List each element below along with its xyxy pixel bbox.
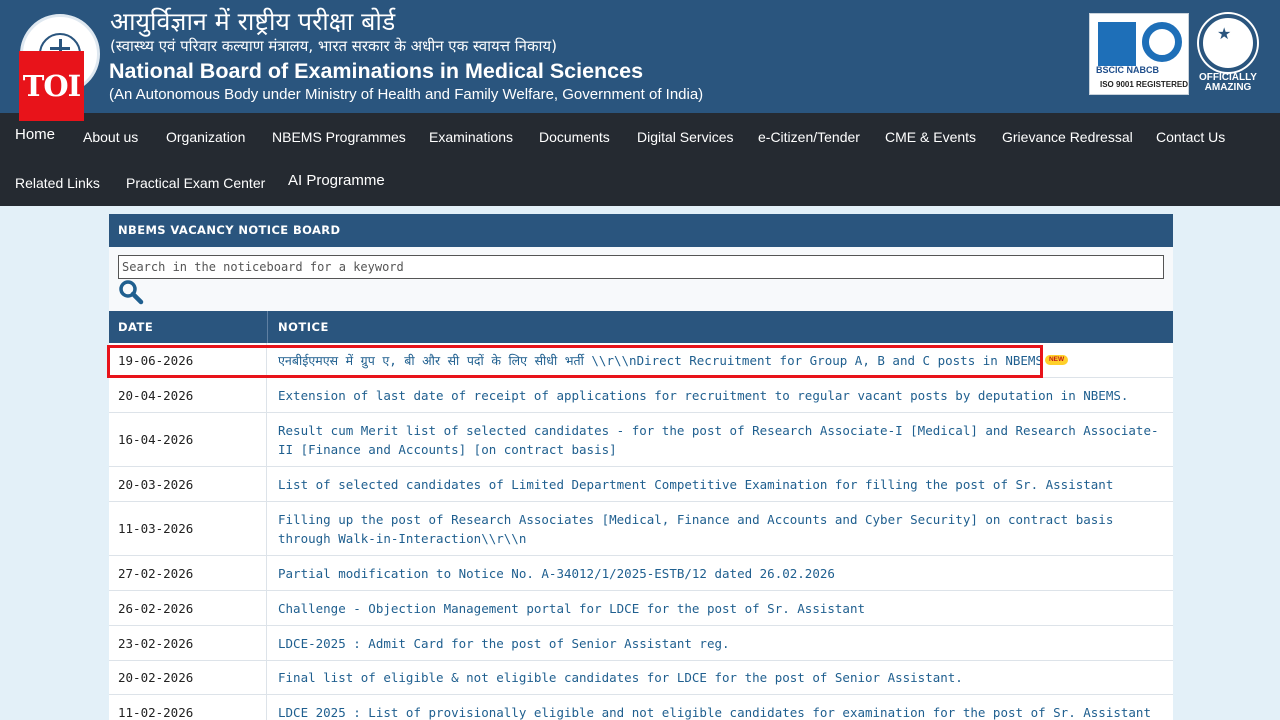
nav-grievance-redressal[interactable]: Grievance Redressal xyxy=(1002,128,1133,146)
table-row: 11-03-2026 Filling up the post of Resear… xyxy=(109,502,1173,556)
table-row: 11-02-2026 LDCE 2025 : List of provision… xyxy=(109,695,1173,720)
iso-certification-logo: BSCIC NABCB ISO 9001 REGISTERED xyxy=(1089,13,1189,95)
notice-date: 11-02-2026 xyxy=(109,695,267,720)
nav-about-us[interactable]: About us xyxy=(83,128,138,146)
table-row: 20-02-2026 Final list of eligible & not … xyxy=(109,661,1173,695)
nav-contact-us[interactable]: Contact Us xyxy=(1156,128,1225,146)
notice-text: Extension of last date of receipt of app… xyxy=(278,387,1129,403)
notice-link[interactable]: Filling up the post of Research Associat… xyxy=(268,502,1173,555)
notice-date: 26-02-2026 xyxy=(109,591,267,625)
column-divider xyxy=(267,311,268,343)
notice-link[interactable]: एनबीईएमएस में ग्रुप ए, बी और सी पदों के … xyxy=(268,343,1173,377)
cert-registered-label: ISO 9001 REGISTERED xyxy=(1100,80,1189,89)
table-header: DATE NOTICE xyxy=(109,311,1173,343)
table-row: 27-02-2026 Partial modification to Notic… xyxy=(109,556,1173,591)
nav-related-links[interactable]: Related Links xyxy=(15,174,100,192)
guinness-line2: AMAZING xyxy=(1204,82,1252,93)
notice-text: Challenge - Objection Management portal … xyxy=(278,600,865,616)
nav-cme-events[interactable]: CME & Events xyxy=(885,128,976,146)
notice-link[interactable]: Extension of last date of receipt of app… xyxy=(268,378,1173,412)
nav-documents[interactable]: Documents xyxy=(539,128,610,146)
notice-link[interactable]: LDCE-2025 : Admit Card for the post of S… xyxy=(268,626,1173,660)
nav-e-citizen-tender[interactable]: e-Citizen/Tender xyxy=(758,128,860,146)
notice-column-header: NOTICE xyxy=(278,320,329,334)
cert-label: BSCIC NABCB xyxy=(1096,65,1159,75)
notice-text: Result cum Merit list of selected candid… xyxy=(278,422,1159,457)
site-title: National Board of Examinations in Medica… xyxy=(109,59,644,83)
table-row: 23-02-2026 LDCE-2025 : Admit Card for th… xyxy=(109,626,1173,661)
nav-organization[interactable]: Organization xyxy=(166,128,245,146)
nav-practical-exam-center[interactable]: Practical Exam Center xyxy=(126,174,265,192)
table-row: 20-03-2026 List of selected candidates o… xyxy=(109,467,1173,502)
hindi-title: आयुर्विज्ञान में राष्ट्रीय परीक्षा बोर्ड xyxy=(110,7,396,36)
nav-ai-programme[interactable]: AI Programme xyxy=(288,172,385,190)
nav-examinations[interactable]: Examinations xyxy=(429,128,513,146)
notice-link[interactable]: Partial modification to Notice No. A-340… xyxy=(268,556,1173,590)
notice-date: 27-02-2026 xyxy=(109,556,267,590)
main-nav: Home About us Organization NBEMS Program… xyxy=(0,113,1280,206)
search-input[interactable] xyxy=(118,255,1164,279)
new-badge: NEW xyxy=(1044,355,1069,365)
vacancy-notice-board: NBEMS VACANCY NOTICE BOARD DATE NOTICE 1… xyxy=(109,214,1173,720)
notice-link[interactable]: List of selected candidates of Limited D… xyxy=(268,467,1173,501)
guinness-logo: ★ xyxy=(1199,14,1257,72)
date-column-header: DATE xyxy=(118,320,154,334)
bscic-shield-icon xyxy=(1098,22,1136,66)
notice-text: Filling up the post of Research Associat… xyxy=(278,511,1114,546)
search-icon[interactable] xyxy=(118,279,144,305)
table-row: 26-02-2026 Challenge - Objection Managem… xyxy=(109,591,1173,626)
nav-nbems-programmes[interactable]: NBEMS Programmes xyxy=(272,128,406,146)
notice-text: List of selected candidates of Limited D… xyxy=(278,476,1114,492)
notice-text: LDCE-2025 : Admit Card for the post of S… xyxy=(278,635,730,651)
hindi-subtitle: (स्वास्थ्य एवं परिवार कल्याण मंत्रालय, भ… xyxy=(110,37,557,55)
table-row: 19-06-2026 एनबीईएमएस में ग्रुप ए, बी और … xyxy=(109,343,1173,378)
notice-date: 11-03-2026 xyxy=(109,502,267,555)
notice-text: LDCE 2025 : List of provisionally eligib… xyxy=(278,704,1151,720)
nav-home[interactable]: Home xyxy=(15,126,55,144)
notice-date: 20-04-2026 xyxy=(109,378,267,412)
notice-link[interactable]: Challenge - Objection Management portal … xyxy=(268,591,1173,625)
notice-date: 20-03-2026 xyxy=(109,467,267,501)
notice-text: एनबीईएमएस में ग्रुप ए, बी और सी पदों के … xyxy=(278,352,1043,368)
notice-date: 16-04-2026 xyxy=(109,413,267,466)
toi-watermark: TOI xyxy=(19,51,84,121)
site-subtitle: (An Autonomous Body under Ministry of He… xyxy=(109,86,704,103)
site-header: आयुर्विज्ञान में राष्ट्रीय परीक्षा बोर्ड… xyxy=(0,0,1280,113)
board-title: NBEMS VACANCY NOTICE BOARD xyxy=(109,214,1173,247)
notice-date: 20-02-2026 xyxy=(109,661,267,694)
notice-link[interactable]: Result cum Merit list of selected candid… xyxy=(268,413,1173,466)
notice-date: 23-02-2026 xyxy=(109,626,267,660)
notice-link[interactable]: LDCE 2025 : List of provisionally eligib… xyxy=(268,695,1173,720)
nabcb-q-icon xyxy=(1142,22,1182,62)
guinness-label: OFFICIALLY AMAZING xyxy=(1195,73,1261,93)
nav-digital-services[interactable]: Digital Services xyxy=(637,128,733,146)
notice-date: 19-06-2026 xyxy=(109,343,267,377)
table-row: 16-04-2026 Result cum Merit list of sele… xyxy=(109,413,1173,467)
notice-text: Final list of eligible & not eligible ca… xyxy=(278,670,963,685)
star-icon: ★ xyxy=(1217,24,1232,43)
notice-text: Partial modification to Notice No. A-340… xyxy=(278,565,835,581)
notice-link[interactable]: Final list of eligible & not eligible ca… xyxy=(268,661,1173,694)
table-row: 20-04-2026 Extension of last date of rec… xyxy=(109,378,1173,413)
